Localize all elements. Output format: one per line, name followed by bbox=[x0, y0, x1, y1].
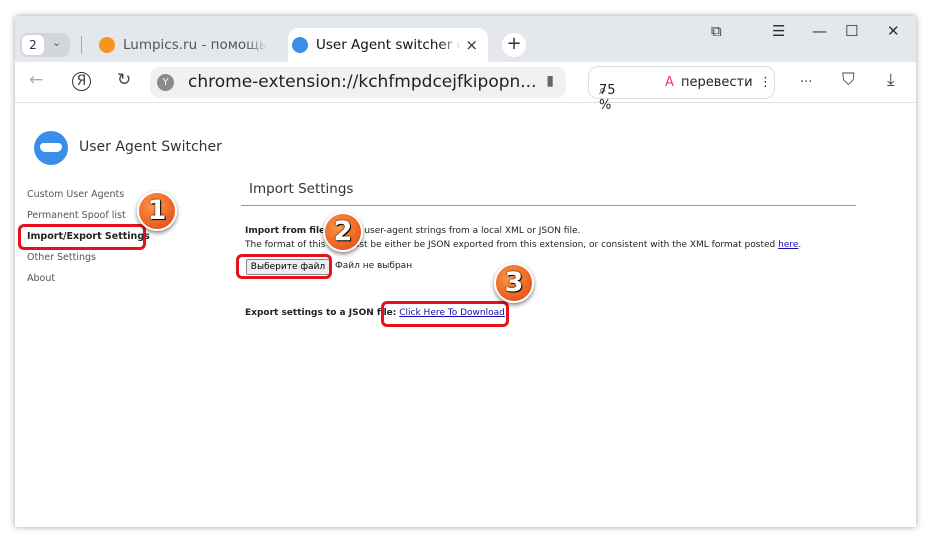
import-text: Import user-agent strings from a local X… bbox=[328, 226, 581, 236]
menu-icon[interactable]: ☰ bbox=[772, 22, 785, 40]
import-description: Import from file: Import user-agent stri… bbox=[245, 226, 580, 236]
translate-icon: A bbox=[665, 75, 674, 90]
tab-group-button[interactable]: 2 ⌄ bbox=[20, 33, 70, 57]
highlight-box bbox=[18, 224, 146, 250]
toolbar: ← Я ↻ Y chrome-extension://kchfmpdcejfki… bbox=[15, 62, 916, 113]
download-icon[interactable]: ⤓ bbox=[887, 70, 895, 90]
more-button[interactable]: ... bbox=[800, 71, 812, 86]
sidebar-item-other-settings[interactable]: Other Settings bbox=[27, 252, 96, 263]
here-link[interactable]: here bbox=[778, 240, 798, 250]
tab-lumpics[interactable]: Lumpics.ru - помощь с компьютером bbox=[95, 28, 285, 62]
tab-title: User Agent switcher controls bbox=[316, 37, 461, 53]
page-heading: Import Settings bbox=[249, 181, 354, 197]
address-bar[interactable]: Y chrome-extension://kchfmpdcejfkipopn..… bbox=[150, 67, 566, 98]
more-vert-icon[interactable]: ⋮ bbox=[759, 75, 772, 90]
minimize-icon[interactable]: — bbox=[812, 22, 827, 40]
browser-window: 2⌄ Lumpics.ru - помощь с компьютером Use… bbox=[15, 16, 916, 527]
bookmarks-icon[interactable]: ⧉ bbox=[711, 22, 722, 40]
sidebar-item-custom-user-agents[interactable]: Custom User Agents bbox=[27, 189, 124, 200]
step-badge-3: 3 bbox=[494, 263, 534, 303]
close-tab-icon[interactable]: × bbox=[465, 28, 478, 62]
step-badge-2: 2 bbox=[323, 212, 363, 252]
maximize-icon[interactable]: ☐ bbox=[845, 22, 858, 40]
no-file-text: Файл не выбран bbox=[335, 261, 413, 271]
sidebar-item-about[interactable]: About bbox=[27, 273, 55, 284]
bookmark-icon[interactable]: ▮ bbox=[546, 73, 554, 89]
export-label: Export settings to a JSON file: bbox=[245, 308, 397, 318]
divider bbox=[241, 205, 856, 206]
chevron-down-icon: ⌄ bbox=[52, 36, 62, 49]
mask-logo-icon bbox=[34, 131, 68, 165]
url-text[interactable]: chrome-extension://kchfmpdcejfkipopn... bbox=[188, 72, 537, 92]
reload-icon[interactable]: ↻ bbox=[117, 70, 131, 90]
import-label: Import from file: bbox=[245, 226, 329, 236]
page-actions: ⌕ 75 % A перевести ⋮ bbox=[588, 66, 775, 113]
app-title: User Agent Switcher bbox=[79, 139, 222, 155]
translate-button[interactable]: перевести bbox=[681, 75, 753, 90]
back-icon[interactable]: ← bbox=[29, 70, 43, 90]
tab-title: Lumpics.ru - помощь с компьютером bbox=[123, 37, 268, 53]
tab-user-agent-switcher[interactable]: User Agent switcher controls× bbox=[288, 28, 488, 62]
site-info-icon[interactable]: Y bbox=[157, 74, 174, 91]
yandex-icon[interactable]: Я bbox=[72, 72, 91, 91]
extensions-icon[interactable]: ⛉ bbox=[842, 70, 855, 90]
mask-icon bbox=[292, 37, 308, 53]
step-badge-1: 1 bbox=[137, 191, 177, 231]
highlight-box bbox=[236, 254, 332, 279]
divider bbox=[81, 36, 82, 54]
orange-icon bbox=[99, 37, 115, 53]
new-tab-button[interactable]: + bbox=[502, 33, 526, 57]
tab-count: 2 bbox=[22, 35, 44, 55]
sidebar-item-permanent-spoof-list[interactable]: Permanent Spoof list bbox=[27, 210, 126, 221]
highlight-box bbox=[381, 301, 509, 327]
close-window-icon[interactable]: ✕ bbox=[887, 22, 900, 40]
tab-bar: 2⌄ Lumpics.ru - помощь с компьютером Use… bbox=[15, 16, 916, 62]
